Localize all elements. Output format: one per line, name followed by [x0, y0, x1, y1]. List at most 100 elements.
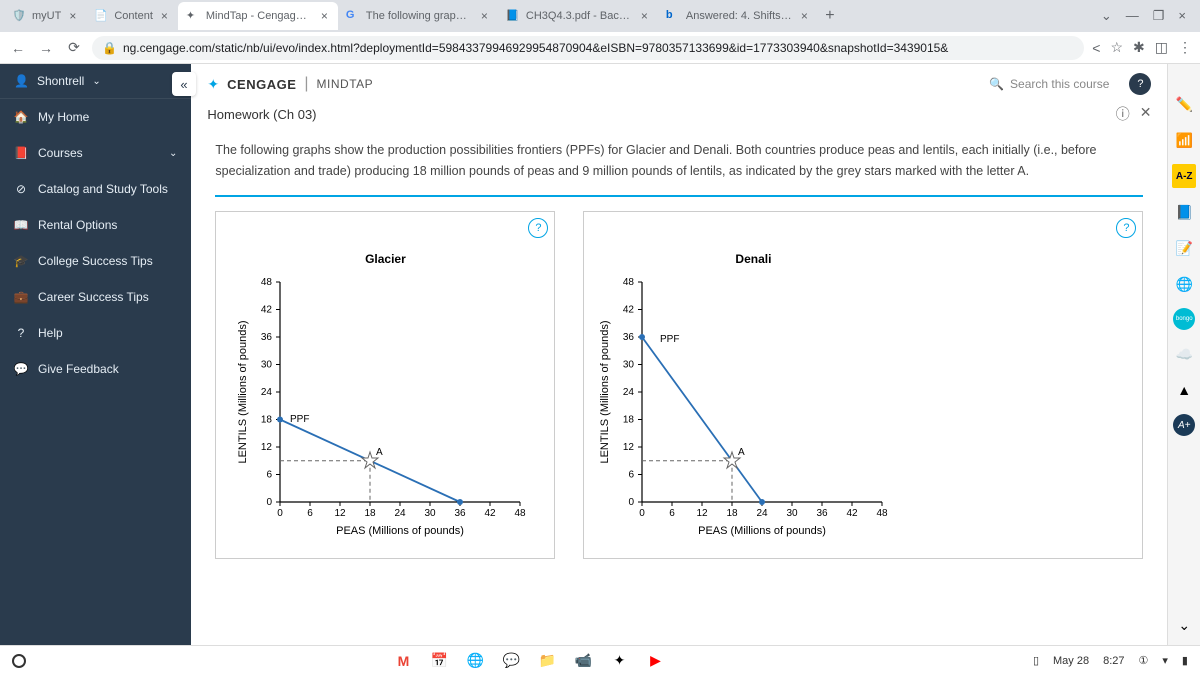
- tab-google[interactable]: G The following graphs s ×: [338, 2, 498, 30]
- svg-text:18: 18: [623, 414, 635, 425]
- tab-label: CH3Q4.3.pdf - Back to: [526, 10, 633, 22]
- user-name: Shontrell: [37, 74, 84, 88]
- wifi-icon[interactable]: ▾: [1162, 654, 1168, 667]
- lock-icon: 🔒: [102, 41, 117, 55]
- cengage-logo-icon: ✦: [207, 76, 219, 93]
- notes-icon[interactable]: 📝: [1172, 236, 1196, 260]
- svg-text:24: 24: [757, 508, 769, 519]
- svg-text:48: 48: [623, 277, 635, 288]
- glossary-button[interactable]: A-Z: [1172, 164, 1196, 188]
- close-window-icon[interactable]: ×: [1178, 8, 1186, 24]
- divider: [215, 195, 1143, 197]
- tab-myut[interactable]: 🛡️ myUT ×: [4, 2, 86, 30]
- bongo-icon[interactable]: bongo: [1173, 308, 1195, 330]
- svg-text:36: 36: [261, 332, 273, 343]
- search-placeholder: Search this course: [1010, 77, 1109, 91]
- messages-icon[interactable]: 💬: [501, 651, 521, 671]
- tab-content[interactable]: 📄 Content ×: [86, 2, 178, 30]
- battery-icon[interactable]: ▮: [1182, 654, 1188, 667]
- sidebar-item-career-tips[interactable]: 💼Career Success Tips: [0, 279, 191, 315]
- book-icon[interactable]: 📘: [1172, 200, 1196, 224]
- expand-icon[interactable]: ⌄: [1172, 613, 1196, 637]
- svg-text:6: 6: [267, 469, 273, 480]
- close-icon[interactable]: ×: [479, 9, 490, 23]
- close-icon[interactable]: ×: [319, 9, 330, 23]
- svg-text:30: 30: [787, 508, 799, 519]
- chart-help-button[interactable]: ?: [1116, 218, 1136, 238]
- share-icon[interactable]: <: [1092, 40, 1100, 56]
- sidebar-item-feedback[interactable]: 💬Give Feedback: [0, 351, 191, 387]
- sidebar-item-courses[interactable]: 📕Courses⌄: [0, 135, 191, 171]
- tablet-mode-icon[interactable]: ▯: [1033, 654, 1039, 667]
- highlighter-icon[interactable]: ✏️: [1172, 92, 1196, 116]
- brand-header: ✦ CENGAGE | MINDTAP 🔍 Search this course…: [191, 64, 1167, 104]
- camera-icon[interactable]: 📹: [573, 651, 593, 671]
- files-icon[interactable]: 📁: [537, 651, 557, 671]
- svg-text:6: 6: [629, 469, 635, 480]
- shield-icon: 🛡️: [12, 9, 26, 23]
- calendar-icon[interactable]: 📅: [429, 651, 449, 671]
- help-button[interactable]: ?: [1129, 73, 1151, 95]
- user-icon: 👤: [14, 74, 29, 88]
- info-icon[interactable]: ⓘ: [1116, 104, 1130, 124]
- doc-icon: 📄: [94, 9, 108, 23]
- close-icon[interactable]: ✕: [1140, 104, 1152, 124]
- rss-icon[interactable]: 📶: [1172, 128, 1196, 152]
- close-icon[interactable]: ×: [799, 9, 810, 23]
- close-icon[interactable]: ×: [639, 9, 650, 23]
- search-course[interactable]: 🔍 Search this course: [989, 77, 1109, 91]
- sidebar-item-rental[interactable]: 📖Rental Options: [0, 207, 191, 243]
- star-icon[interactable]: ☆: [1110, 39, 1123, 56]
- chart-glacier-svg[interactable]: 0 6 12 18 24 30 36 42 48: [230, 272, 540, 552]
- youtube-icon[interactable]: ▶: [645, 651, 665, 671]
- svg-text:6: 6: [670, 508, 676, 519]
- tab-mindtap[interactable]: ✦ MindTap - Cengage Lea ×: [178, 2, 338, 30]
- translate-icon[interactable]: 🌐: [1172, 272, 1196, 296]
- close-icon[interactable]: ×: [67, 9, 78, 23]
- sidebar-item-home[interactable]: 🏠My Home: [0, 99, 191, 135]
- chevron-down-icon[interactable]: ⌄: [1101, 8, 1112, 24]
- launcher-icon[interactable]: [12, 654, 26, 668]
- sidebar-item-label: College Success Tips: [38, 254, 153, 268]
- homework-prompt: The following graphs show the production…: [215, 140, 1143, 183]
- forward-button[interactable]: →: [36, 38, 56, 58]
- notifications-icon[interactable]: ①: [1139, 654, 1149, 667]
- homework-title-row: Homework (Ch 03) ⓘ ✕: [191, 104, 1167, 132]
- svg-text:30: 30: [261, 359, 273, 370]
- gmail-icon[interactable]: M: [393, 651, 413, 671]
- chart-help-button[interactable]: ?: [528, 218, 548, 238]
- window-controls: ⌄ — ❐ ×: [1091, 8, 1196, 24]
- tab-pdf[interactable]: 📘 CH3Q4.3.pdf - Back to ×: [498, 2, 658, 30]
- address-bar[interactable]: 🔒 ng.cengage.com/static/nb/ui/evo/index.…: [92, 36, 1084, 60]
- restore-icon[interactable]: ❐: [1153, 8, 1165, 24]
- close-icon[interactable]: ×: [159, 9, 170, 23]
- help-icon: ?: [14, 326, 28, 340]
- tool-sidebar: ✏️ 📶 A-Z 📘 📝 🌐 bongo ☁️ ▲ A+ ⌄: [1167, 64, 1200, 645]
- reader-icon[interactable]: ◫: [1155, 39, 1168, 56]
- minimize-icon[interactable]: —: [1126, 8, 1139, 24]
- chrome-icon[interactable]: 🌐: [465, 651, 485, 671]
- cloud-icon[interactable]: ☁️: [1172, 342, 1196, 366]
- photos-icon[interactable]: ✦: [609, 651, 629, 671]
- y-axis-label: LENTILS (Millions of pounds): [237, 320, 249, 463]
- pdf-icon: 📘: [506, 9, 520, 23]
- sidebar-item-help[interactable]: ?Help: [0, 315, 191, 351]
- sidebar-item-catalog[interactable]: ⊘Catalog and Study Tools: [0, 171, 191, 207]
- drive-icon[interactable]: ▲: [1172, 378, 1196, 402]
- tab-label: Content: [114, 10, 153, 22]
- svg-text:18: 18: [727, 508, 739, 519]
- back-button[interactable]: ←: [8, 38, 28, 58]
- svg-text:30: 30: [425, 508, 437, 519]
- svg-text:30: 30: [623, 359, 635, 370]
- user-menu[interactable]: 👤 Shontrell ⌄: [0, 64, 191, 99]
- extension-icon[interactable]: ✱: [1133, 39, 1145, 56]
- sidebar-item-college-tips[interactable]: 🎓College Success Tips: [0, 243, 191, 279]
- reload-button[interactable]: ⟳: [64, 38, 84, 58]
- svg-text:0: 0: [267, 497, 273, 508]
- aplus-icon[interactable]: A+: [1173, 414, 1195, 436]
- menu-icon[interactable]: ⋮: [1178, 39, 1192, 56]
- new-tab-button[interactable]: +: [818, 7, 842, 25]
- chart-denali-svg[interactable]: 0 6 12 18 24 30 36 42 48 0: [592, 272, 902, 552]
- svg-text:42: 42: [623, 304, 635, 315]
- tab-bartleby[interactable]: b Answered: 4. Shifts in p ×: [658, 2, 818, 30]
